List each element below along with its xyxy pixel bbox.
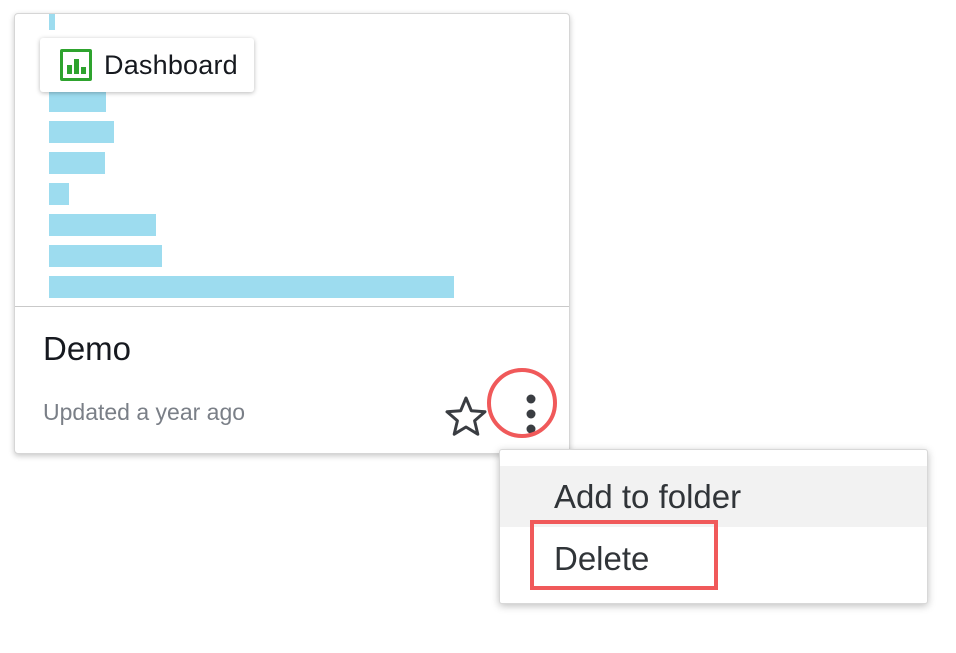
asset-type-label: Dashboard [104, 49, 238, 80]
favorite-button[interactable] [443, 394, 489, 440]
thumbnail-bar [49, 121, 114, 143]
dashboard-thumbnail[interactable]: Dashboard [15, 14, 569, 306]
star-outline-icon [445, 396, 487, 436]
thumbnail-bar [49, 183, 69, 205]
thumbnail-bar [49, 214, 156, 236]
menu-item-add-to-folder[interactable]: Add to folder [500, 466, 927, 527]
thumbnail-bar [49, 14, 55, 30]
bar-chart-icon [60, 49, 92, 81]
menu-item-delete[interactable]: Delete [500, 529, 927, 589]
dashboard-card[interactable]: Dashboard Demo Updated a year ago [14, 13, 570, 454]
divider [15, 306, 569, 307]
vertical-ellipsis-icon [526, 394, 536, 434]
thumbnail-bar [49, 276, 454, 298]
thumbnail-bar [49, 245, 162, 267]
more-options-button[interactable] [504, 384, 564, 444]
dashboard-title[interactable]: Demo [43, 330, 131, 368]
thumbnail-bar [49, 152, 105, 174]
thumbnail-bar [49, 90, 106, 112]
stage: Dashboard Demo Updated a year ago Add to… [0, 0, 956, 653]
asset-type-badge: Dashboard [40, 38, 254, 92]
card-actions-menu: Add to folder Delete [499, 449, 928, 604]
updated-timestamp: Updated a year ago [43, 399, 246, 425]
